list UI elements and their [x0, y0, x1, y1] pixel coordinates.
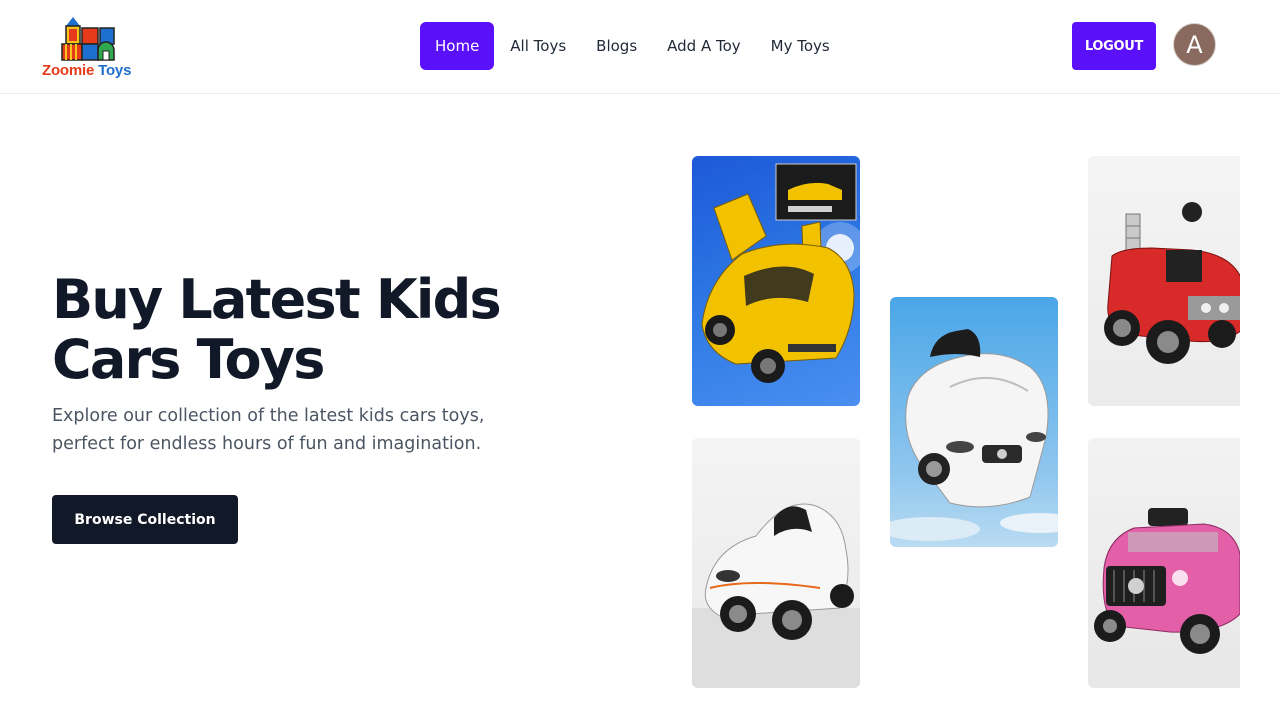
pink-jeep-ride-on-image	[1088, 438, 1240, 688]
nav-blogs[interactable]: Blogs	[581, 22, 652, 70]
hero-description: Explore our collection of the latest kid…	[52, 406, 485, 454]
top-navbar: Zoomie Toys Home All Toys Blogs Add A To…	[0, 0, 1280, 94]
brand-word-2: Toys	[98, 62, 132, 79]
brand-word-1: Zoomie	[42, 62, 95, 79]
hero-title: Buy Latest Kids Cars Toys	[52, 270, 572, 390]
user-avatar[interactable]: A	[1173, 23, 1216, 66]
main-nav: Home All Toys Blogs Add A Toy My Toys	[420, 22, 845, 70]
nav-add-a-toy[interactable]: Add A Toy	[652, 22, 756, 70]
brand-name: Zoomie Toys	[42, 62, 131, 79]
nav-home[interactable]: Home	[420, 22, 495, 70]
white-mercedes-ride-on-image	[890, 297, 1058, 547]
hero-title-line-1: Buy Latest Kids	[52, 268, 502, 331]
brand-logo[interactable]: Zoomie Toys	[40, 14, 140, 80]
yellow-sports-car-image	[692, 156, 860, 406]
nav-my-toys[interactable]: My Toys	[756, 22, 845, 70]
red-fire-truck-ride-on-image	[1088, 156, 1240, 406]
logout-button[interactable]: LOGOUT	[1072, 22, 1156, 70]
nav-all-toys[interactable]: All Toys	[495, 22, 581, 70]
browse-collection-button[interactable]: Browse Collection	[52, 495, 238, 544]
toy-blocks-logo-icon	[61, 17, 115, 61]
white-ride-on-sports-car-image	[692, 438, 860, 688]
hero-title-line-2: Cars Toys	[52, 328, 325, 391]
